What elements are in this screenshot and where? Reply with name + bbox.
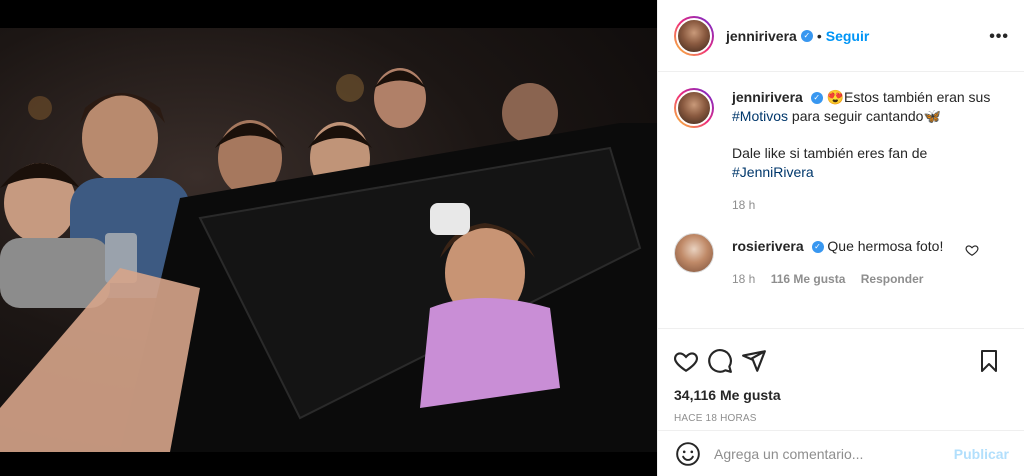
follow-button[interactable]: Seguir: [826, 28, 870, 44]
post-actions: 34,116 Me gusta HACE 18 HORAS: [658, 328, 1024, 430]
comment-author-username[interactable]: rosierivera: [732, 238, 804, 254]
comment-like-heart-icon[interactable]: [965, 243, 979, 257]
comment-time[interactable]: 18 h: [732, 272, 755, 286]
photo-letterbox-top: [0, 0, 657, 28]
comment-author-avatar[interactable]: [674, 233, 714, 273]
comment-input[interactable]: Agrega un comentario...: [714, 446, 954, 462]
hashtag-link[interactable]: #JenniRivera: [732, 164, 814, 180]
more-icon[interactable]: •••: [989, 28, 1009, 46]
heart-icon: [673, 352, 699, 373]
author-avatar[interactable]: [674, 15, 714, 56]
comment-item: rosierivera ✓ Que hermosa foto! 18 h 116…: [674, 233, 1009, 289]
verified-icon: ✓: [800, 29, 813, 42]
post-timestamp[interactable]: HACE 18 HORAS: [674, 413, 1009, 424]
comment-likes[interactable]: 116 Me gusta: [771, 272, 846, 286]
emoji-button[interactable]: [674, 440, 702, 468]
caption-author-avatar[interactable]: [674, 88, 714, 128]
post-photo[interactable]: [0, 0, 657, 476]
caption-time[interactable]: 18 h: [732, 198, 755, 212]
caption-emoji: 😍: [826, 89, 845, 105]
publish-button[interactable]: Publicar: [954, 446, 1009, 462]
caption-text: para seguir cantando: [788, 108, 924, 124]
photo-image: [0, 28, 657, 452]
reply-button[interactable]: Responder: [861, 272, 924, 286]
caption-emoji-end: 🦋: [923, 108, 941, 124]
post-side-panel: jennirivera ✓ • Seguir ••• jennirivera ✓…: [657, 0, 1024, 476]
comment-text: Que hermosa foto!: [827, 238, 944, 254]
verified-icon: ✓: [811, 241, 824, 254]
author-username[interactable]: jennirivera: [726, 28, 797, 44]
comment-composer: Agrega un comentario... Publicar: [658, 430, 1024, 476]
caption-author-username[interactable]: jennirivera: [732, 89, 803, 105]
caption-text: Estos también eran sus: [844, 89, 991, 105]
likes-count[interactable]: 34,116 Me gusta: [674, 387, 1009, 403]
verified-icon: ✓: [810, 92, 823, 105]
post-header: jennirivera ✓ • Seguir •••: [658, 0, 1024, 72]
comment-icon: [708, 349, 732, 373]
photo-letterbox-bottom: [0, 452, 657, 476]
bookmark-icon: [981, 350, 997, 372]
hashtag-link[interactable]: #Motivos: [732, 108, 788, 124]
share-button[interactable]: [734, 341, 774, 381]
photo-illustration: [0, 68, 657, 452]
save-button[interactable]: [969, 341, 1009, 381]
separator-dot: •: [816, 27, 822, 44]
comments-section[interactable]: jennirivera ✓ 😍Estos también eran sus #M…: [658, 72, 1024, 329]
emoji-icon: [676, 441, 700, 466]
caption: jennirivera ✓ 😍Estos también eran sus #M…: [674, 88, 1009, 215]
share-icon: [742, 350, 766, 372]
instagram-post: jennirivera ✓ • Seguir ••• jennirivera ✓…: [0, 0, 1024, 476]
caption-text: Dale like si también eres fan de: [732, 145, 928, 161]
